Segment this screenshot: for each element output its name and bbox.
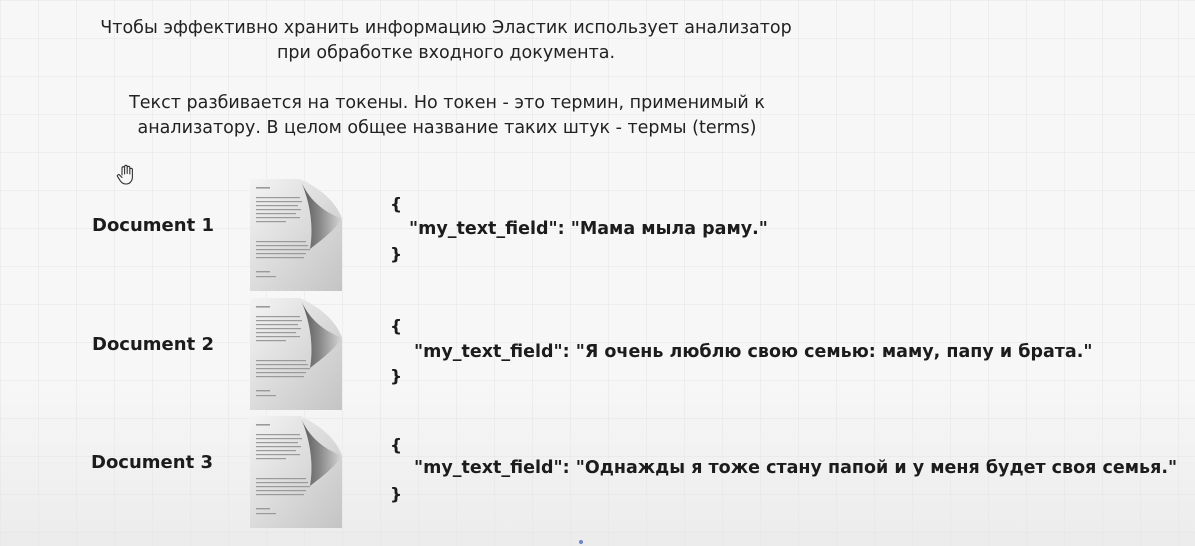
document-page-icon bbox=[250, 298, 342, 410]
document-label: Document 2 bbox=[92, 334, 214, 355]
document-label: Document 1 bbox=[92, 215, 214, 236]
document-row-1: Document 1 { "my_text_field": "Мама мыла… bbox=[0, 179, 1195, 291]
json-field-line: "my_text_field": "Мама мыла раму." bbox=[409, 219, 768, 239]
json-close-brace: } bbox=[390, 367, 403, 387]
cursor-dot bbox=[579, 540, 583, 544]
document-row-3: Document 3 { "my_text_field": "Однажды я… bbox=[0, 416, 1195, 528]
document-row-2: Document 2 { "my_text_field": "Я очень л… bbox=[0, 298, 1195, 410]
document-page-icon bbox=[250, 179, 342, 291]
intro-paragraph-2: Текст разбивается на токены. Но токен - … bbox=[129, 93, 765, 138]
json-open-brace: { bbox=[390, 436, 403, 456]
json-open-brace: { bbox=[390, 195, 403, 215]
intro-paragraph-1: Чтобы эффективно хранить информацию Элас… bbox=[100, 18, 792, 63]
json-field-line: "my_text_field": "Однажды я тоже стану п… bbox=[414, 458, 1178, 478]
document-label: Document 3 bbox=[91, 452, 213, 473]
document-page-icon bbox=[250, 416, 342, 528]
json-open-brace: { bbox=[390, 317, 403, 337]
json-field-line: "my_text_field": "Я очень люблю свою сем… bbox=[414, 342, 1093, 362]
json-close-brace: } bbox=[390, 485, 403, 505]
json-close-brace: } bbox=[390, 245, 403, 265]
